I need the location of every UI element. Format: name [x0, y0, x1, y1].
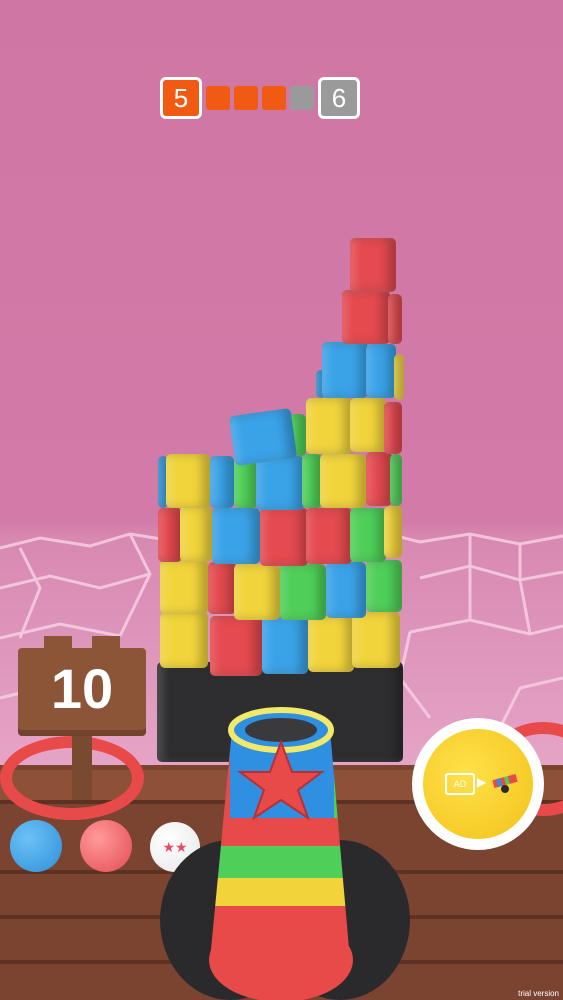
cannon[interactable]	[0, 0, 563, 1000]
watermark: trial version	[518, 989, 559, 998]
booster-button[interactable]: AD ▶	[412, 718, 544, 850]
ad-icon: AD	[445, 773, 475, 795]
cannon-upgrade-icon	[491, 773, 523, 798]
arrow-icon: ▶	[477, 775, 487, 789]
booster-badge: AD ▶	[423, 729, 533, 839]
game-scene[interactable]: 5 6 10 ★★ AD ▶ trial version	[0, 0, 563, 1000]
